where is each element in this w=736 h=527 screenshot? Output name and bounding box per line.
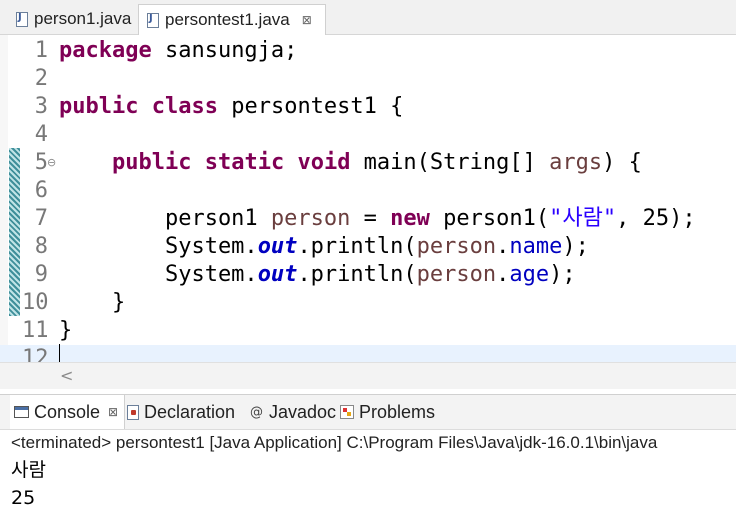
line-number: 3 bbox=[34, 94, 48, 119]
console-icon bbox=[14, 406, 29, 418]
code-token: . bbox=[496, 234, 510, 259]
code-token: public bbox=[111, 150, 192, 175]
tab-problems[interactable]: Problems bbox=[340, 395, 435, 429]
code-token: new bbox=[390, 206, 430, 231]
code-token: person bbox=[416, 262, 497, 287]
code-line[interactable]: 9 System.out.println(person.age); bbox=[0, 261, 736, 289]
line-number: 9 bbox=[34, 262, 48, 287]
close-icon[interactable]: ⊠ bbox=[108, 405, 118, 419]
line-number: 5 bbox=[34, 150, 48, 175]
tab-label: persontest1.java bbox=[165, 10, 290, 29]
code-editor[interactable]: 1 package sansungja; 2 3 public class person… bbox=[0, 35, 736, 365]
code-token: void bbox=[297, 150, 351, 175]
code-token: person1( bbox=[429, 206, 550, 231]
line-number: 2 bbox=[34, 66, 48, 91]
code-line[interactable]: 6 bbox=[0, 177, 736, 205]
close-icon[interactable]: ⊠ bbox=[302, 13, 312, 27]
tab-label: Javadoc bbox=[269, 401, 337, 422]
code-token: package bbox=[59, 38, 152, 63]
tab-label: person1.java bbox=[34, 9, 132, 28]
line-number: 11 bbox=[22, 318, 49, 343]
code-line[interactable]: 10 } bbox=[0, 289, 736, 317]
code-token: main(String[] bbox=[350, 150, 550, 175]
code-token: class bbox=[151, 94, 218, 119]
line-number: 10 bbox=[22, 290, 49, 315]
code-token: person1 bbox=[59, 206, 271, 231]
code-token: = bbox=[350, 206, 391, 231]
code-text: package sansungja; bbox=[59, 37, 297, 65]
code-token: out bbox=[257, 262, 298, 287]
code-line[interactable]: 2 bbox=[0, 65, 736, 93]
code-token: static bbox=[204, 150, 285, 175]
code-line[interactable]: 4 bbox=[0, 121, 736, 149]
console-output[interactable]: 사람 25 bbox=[0, 456, 736, 527]
code-line[interactable]: 8 System.out.println(person.name); bbox=[0, 233, 736, 261]
tab-person1-java[interactable]: person1.java bbox=[8, 4, 136, 34]
code-token: System. bbox=[59, 234, 258, 259]
code-token: . bbox=[496, 262, 510, 287]
code-text: System.out.println(person.name); bbox=[59, 233, 589, 261]
java-file-icon bbox=[16, 11, 28, 27]
code-token: person bbox=[416, 234, 497, 259]
code-line[interactable]: 7 person1 person = new person1("사람", 25)… bbox=[0, 205, 736, 233]
code-text: public static void main(String[] args) { bbox=[59, 149, 642, 177]
javadoc-icon: @ bbox=[250, 404, 263, 420]
java-file-icon bbox=[147, 12, 159, 28]
code-line[interactable]: 11} bbox=[0, 317, 736, 345]
scroll-left-arrow-icon[interactable]: < bbox=[60, 366, 73, 385]
code-line[interactable]: 1 package sansungja; bbox=[0, 37, 736, 65]
line-number: 6 bbox=[34, 178, 48, 203]
code-token: out bbox=[257, 234, 298, 259]
code-text: } bbox=[59, 289, 125, 317]
tab-declaration[interactable]: Declaration bbox=[127, 395, 235, 429]
code-token: args bbox=[549, 150, 603, 175]
line-number: 1 bbox=[34, 38, 48, 63]
code-token: System. bbox=[59, 262, 258, 287]
code-text: person1 person = new person1("사람", 25); bbox=[59, 205, 696, 233]
editor-tab-bar: person1.java persontest1.java ⊠ bbox=[0, 0, 736, 35]
code-token: , 25); bbox=[616, 206, 696, 231]
line-number: 8 bbox=[34, 234, 48, 259]
code-text: public class persontest1 { bbox=[59, 93, 403, 121]
declaration-icon bbox=[127, 404, 139, 420]
tab-label: Declaration bbox=[144, 401, 236, 422]
code-line[interactable]: 5 ⊖ public static void main(String[] args… bbox=[0, 149, 736, 177]
code-token: } bbox=[59, 318, 73, 343]
code-token: } bbox=[59, 290, 126, 315]
code-token: age bbox=[509, 262, 550, 287]
code-text: System.out.println(person.age); bbox=[59, 261, 576, 289]
line-number: 7 bbox=[34, 206, 48, 231]
console-output-line: 사람 bbox=[11, 459, 46, 481]
tab-label: Console bbox=[34, 401, 101, 422]
line-number: 4 bbox=[34, 122, 48, 147]
code-token: sansungja; bbox=[151, 38, 298, 63]
code-token: ); bbox=[562, 234, 589, 259]
code-token: name bbox=[509, 234, 563, 259]
tab-console[interactable]: Console ⊠ bbox=[10, 395, 126, 429]
view-tab-bar: Console ⊠ Declaration @ Javadoc Problems bbox=[0, 394, 736, 430]
code-token: .println( bbox=[297, 234, 417, 259]
code-token: public bbox=[59, 94, 139, 119]
code-token: persontest1 { bbox=[217, 94, 404, 119]
code-token: ); bbox=[549, 262, 576, 287]
horizontal-scrollbar[interactable]: < bbox=[0, 362, 736, 389]
code-token: ) { bbox=[602, 150, 642, 175]
code-token: "사람" bbox=[549, 206, 617, 231]
tab-javadoc[interactable]: @ Javadoc bbox=[250, 395, 336, 429]
tab-persontest1-java[interactable]: persontest1.java ⊠ bbox=[138, 4, 326, 35]
code-token: person bbox=[270, 206, 351, 231]
code-text: } bbox=[59, 317, 72, 345]
tab-label: Problems bbox=[359, 401, 436, 422]
console-status-header: <terminated> persontest1 [Java Applicati… bbox=[0, 430, 736, 456]
text-caret bbox=[59, 344, 60, 364]
console-output-line: 25 bbox=[11, 487, 36, 509]
code-token: .println( bbox=[297, 262, 417, 287]
fold-collapse-icon[interactable]: ⊖ bbox=[47, 149, 56, 177]
code-line[interactable]: 3 public class persontest1 { bbox=[0, 93, 736, 121]
problems-icon bbox=[340, 405, 354, 419]
